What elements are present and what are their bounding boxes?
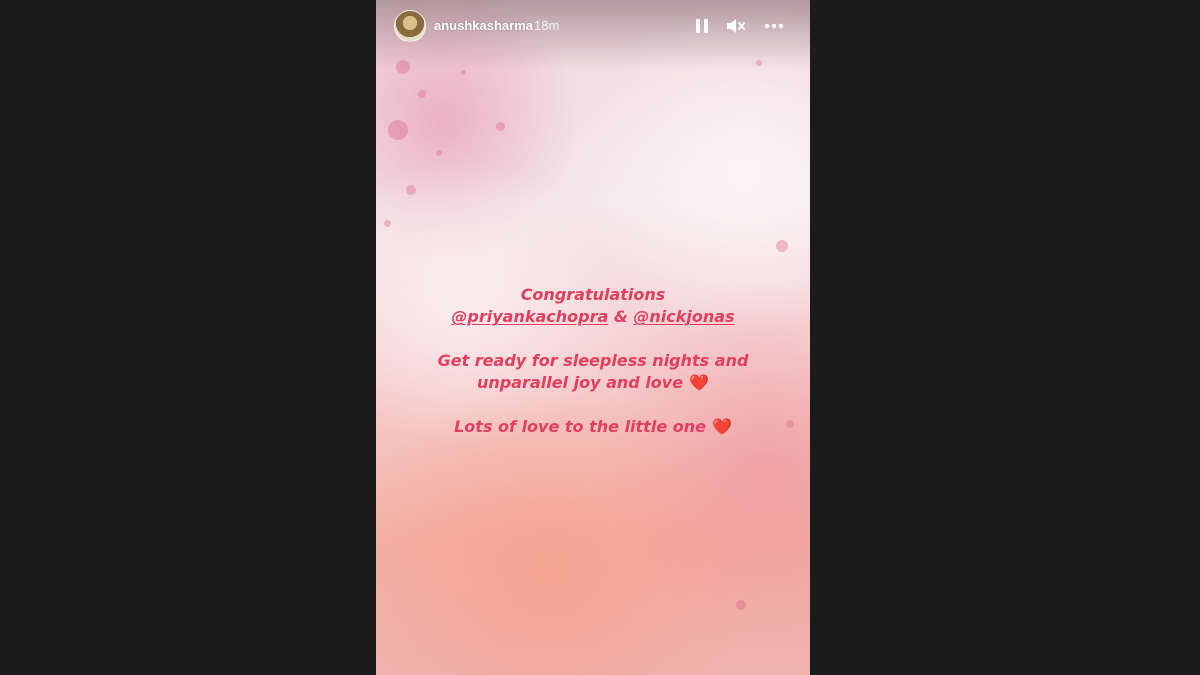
- paint-speck: [388, 120, 408, 140]
- mention-nickjonas[interactable]: @nickjonas: [633, 307, 734, 326]
- mentions-line: @priyankachopra & @nickjonas: [376, 306, 810, 328]
- more-options-button[interactable]: [762, 14, 786, 38]
- pause-icon: [696, 19, 708, 33]
- username[interactable]: anushkasharma: [434, 18, 533, 33]
- paint-speck: [436, 150, 442, 156]
- story-message: Congratulations @priyankachopra & @nickj…: [376, 284, 810, 438]
- message-line-3: Get ready for sleepless nights and: [437, 351, 749, 370]
- paint-speck: [384, 220, 391, 227]
- heart-icon: ❤️: [689, 373, 709, 392]
- paint-speck: [496, 122, 505, 131]
- paint-speck: [418, 90, 426, 98]
- message-line-5-wrapper: Lots of love to the little one ❤️: [376, 416, 810, 438]
- pause-button[interactable]: [690, 14, 714, 38]
- more-options-icon: [764, 23, 784, 29]
- message-line-5: Lots of love to the little one: [454, 417, 706, 436]
- greeting-text: Congratulations: [520, 285, 666, 304]
- message-line-4-wrapper: unparallel joy and love ❤️: [376, 372, 810, 394]
- ampersand-text: &: [613, 307, 628, 326]
- paint-speck: [461, 70, 466, 75]
- page-background: anushkasharma 18m Congratulations @priya…: [0, 0, 1200, 675]
- instagram-story[interactable]: anushkasharma 18m Congratulations @priya…: [376, 0, 810, 675]
- paint-speck: [776, 240, 788, 252]
- avatar[interactable]: [394, 10, 426, 42]
- story-header: anushkasharma 18m: [376, 0, 810, 54]
- mute-button[interactable]: [724, 14, 748, 38]
- heart-icon: ❤️: [711, 417, 732, 436]
- paint-speck: [736, 600, 746, 610]
- message-line-4: unparallel joy and love: [477, 373, 684, 392]
- speaker-muted-icon: [727, 19, 745, 33]
- mention-priyankachopra[interactable]: @priyankachopra: [451, 307, 608, 326]
- timestamp: 18m: [534, 18, 560, 33]
- paint-speck: [406, 185, 416, 195]
